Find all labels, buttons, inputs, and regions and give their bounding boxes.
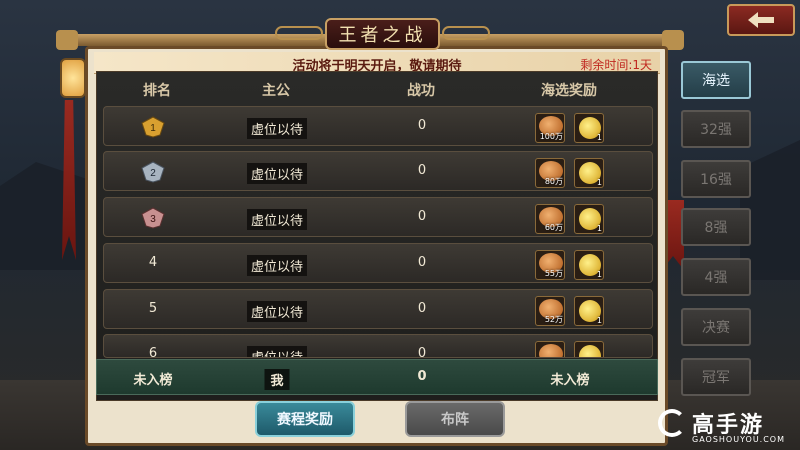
col-header-merit: 战功 (407, 83, 435, 99)
merit-value: 0 (417, 209, 427, 224)
tab-champion[interactable]: 冠军 (681, 358, 751, 396)
table-row[interactable]: 6 虚位以待 0 (103, 334, 653, 358)
svg-text:2: 2 (150, 168, 156, 179)
tab-top32[interactable]: 32强 (681, 110, 751, 148)
reward-gold-coin[interactable]: 1 (574, 296, 604, 326)
table-row[interactable]: 2 虚位以待 0 80万 1 (103, 151, 653, 191)
gold-rank-badge-icon: 1 (141, 116, 165, 138)
bronze-rank-badge-icon: 3 (141, 207, 165, 229)
tab-top4[interactable]: 4强 (681, 258, 751, 296)
rank-number: 4 (148, 255, 158, 270)
merit-value: 0 (417, 163, 427, 178)
formation-button[interactable]: 布阵 (405, 401, 505, 437)
col-header-rank: 排名 (143, 83, 171, 99)
table-row[interactable]: 3 虚位以待 0 60万 1 (103, 197, 653, 237)
g-logo-icon (658, 409, 686, 437)
page-title: 王者之战 (338, 25, 427, 46)
col-header-lord: 主公 (262, 83, 290, 99)
watermark-logo: 高手游 GAOSHOUYOU.COM (650, 405, 800, 450)
reward-copper-coin[interactable]: 52万 (535, 296, 565, 326)
my-rank: 未入榜 (133, 373, 173, 388)
tab-top8[interactable]: 8强 (681, 208, 751, 246)
logo-subtext: GAOSHOUYOU.COM (692, 435, 786, 444)
gold-coin-icon (579, 345, 601, 357)
table-row[interactable]: 5 虚位以待 0 52万 1 (103, 289, 653, 329)
copper-coin-icon (539, 344, 563, 357)
my-name: 我 (264, 369, 290, 390)
merit-value: 0 (417, 255, 427, 270)
reward-copper-coin[interactable] (535, 341, 565, 357)
reward-copper-coin[interactable]: 100万 (535, 113, 565, 143)
my-rank-row: 未入榜 我 0 未入榜 (96, 359, 658, 395)
my-reward: 未入榜 (550, 373, 590, 388)
stage-reward-button[interactable]: 赛程奖励 (255, 401, 355, 437)
rod-cap (56, 30, 78, 50)
title-ornament (275, 26, 323, 40)
back-button[interactable] (727, 4, 795, 36)
reward-copper-coin[interactable]: 60万 (535, 204, 565, 234)
tab-final[interactable]: 决赛 (681, 308, 751, 346)
reward-gold-coin[interactable]: 1 (574, 250, 604, 280)
table-row[interactable]: 4 虚位以待 0 55万 1 (103, 243, 653, 283)
reward-copper-coin[interactable]: 80万 (535, 158, 565, 188)
lantern-icon (60, 58, 86, 98)
table-row[interactable]: 1 虚位以待 0 100万 1 (103, 106, 653, 146)
reward-gold-coin[interactable]: 1 (574, 158, 604, 188)
ribbon-decoration (62, 100, 76, 260)
reward-copper-coin[interactable]: 55万 (535, 250, 565, 280)
svg-text:3: 3 (150, 214, 156, 225)
lord-name: 虚位以待 (246, 118, 308, 139)
lord-name: 虚位以待 (246, 301, 308, 322)
background-building (0, 162, 90, 270)
back-arrow-icon (748, 12, 774, 28)
title-plaque: 王者之战 (325, 18, 440, 50)
merit-value: 0 (417, 118, 427, 133)
tab-audition[interactable]: 海选 (681, 61, 751, 99)
lord-name: 虚位以待 (246, 163, 308, 184)
title-ornament (442, 26, 490, 40)
my-merit: 0 (417, 369, 427, 384)
silver-rank-badge-icon: 2 (141, 161, 165, 183)
reward-gold-coin[interactable]: 1 (574, 204, 604, 234)
merit-value: 0 (417, 301, 427, 316)
reward-gold-coin[interactable] (574, 341, 604, 357)
lord-name: 虚位以待 (246, 209, 308, 230)
lord-name: 虚位以待 (246, 346, 308, 357)
lord-name: 虚位以待 (246, 255, 308, 276)
rank-number: 5 (148, 301, 158, 316)
rank-number: 6 (148, 346, 158, 358)
merit-value: 0 (417, 346, 427, 358)
reward-gold-coin[interactable]: 1 (574, 113, 604, 143)
tab-top16[interactable]: 16强 (681, 160, 751, 198)
col-header-reward: 海选奖励 (541, 83, 597, 99)
svg-text:1: 1 (150, 123, 156, 134)
